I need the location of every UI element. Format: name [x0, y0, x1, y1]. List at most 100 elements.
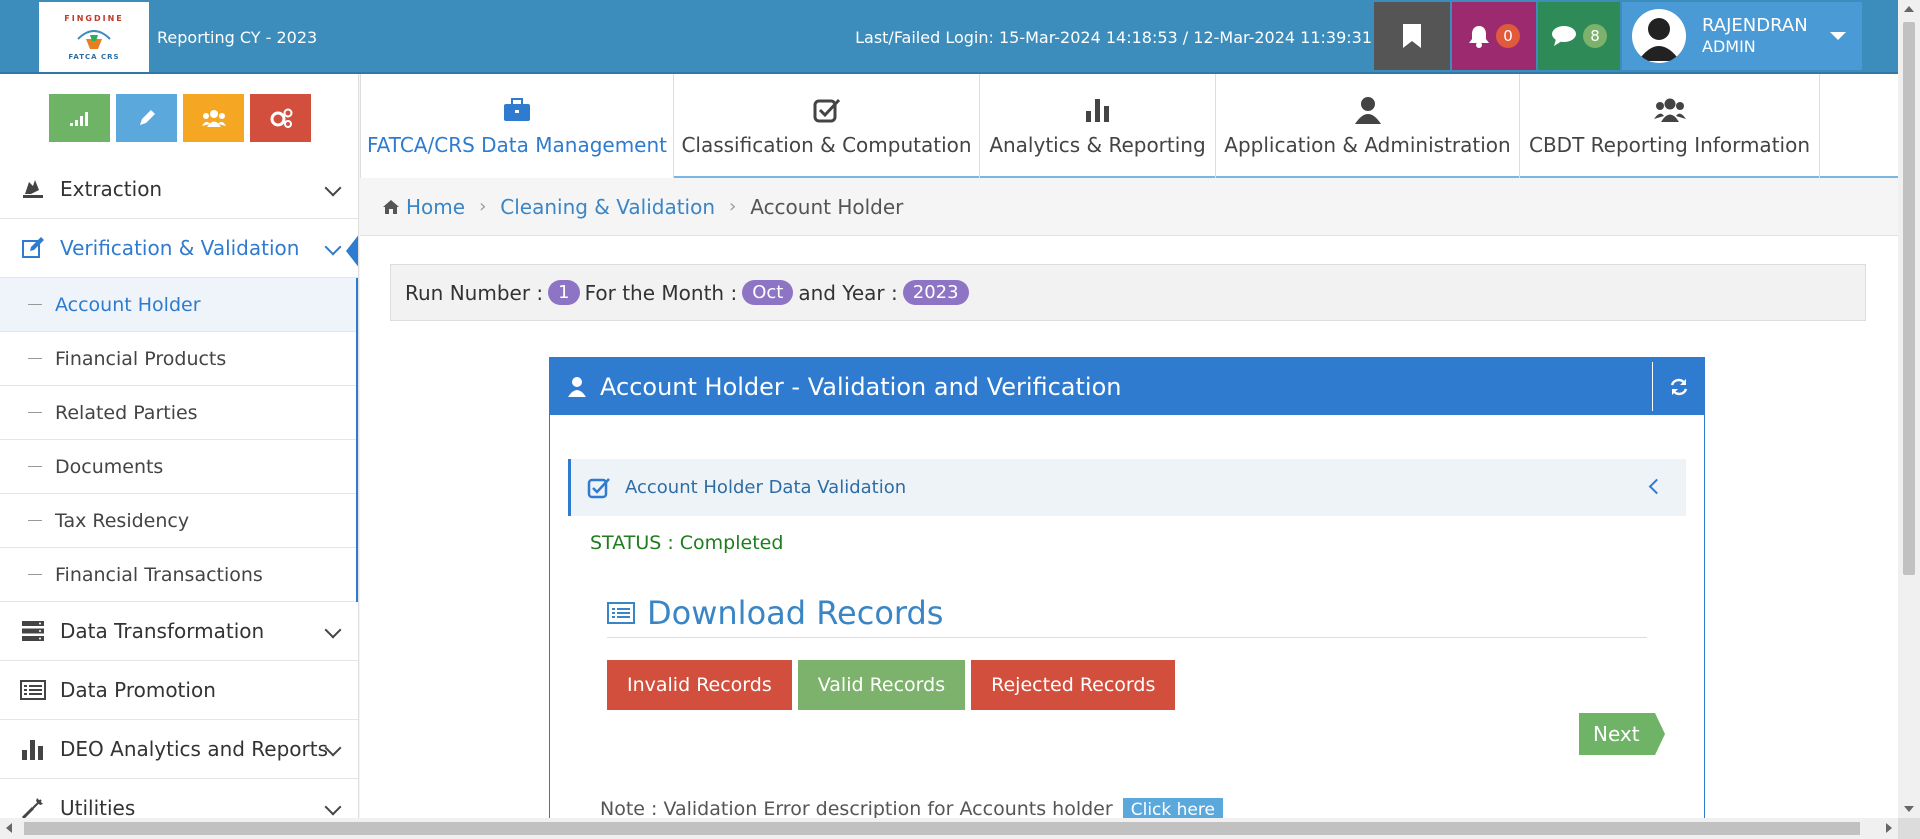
refresh-icon — [1670, 378, 1687, 395]
sidebar-subitem-account-holder[interactable]: Account Holder — [0, 278, 356, 332]
tab-label: FATCA/CRS Data Management — [367, 133, 667, 157]
extraction-icon — [20, 176, 46, 202]
sidebar-item-label: DEO Analytics and Reports — [60, 737, 329, 761]
sidebar-item-label: Verification & Validation — [60, 236, 300, 260]
quick-actions — [49, 94, 311, 142]
messages-button[interactable]: 8 — [1538, 2, 1620, 70]
chevron-down-icon — [324, 621, 342, 639]
sidebar-item-label: Extraction — [60, 177, 163, 201]
sidebar-subitem-related-parties[interactable]: Related Parties — [0, 386, 356, 440]
tab-cbdt-reporting-information[interactable]: CBDT Reporting Information — [1520, 74, 1820, 178]
server-icon — [20, 618, 46, 644]
validation-section-header[interactable]: Account Holder Data Validation — [568, 459, 1686, 516]
sidebar-subitem-financial-products[interactable]: Financial Products — [0, 332, 356, 386]
briefcase-icon — [503, 95, 531, 125]
main-content: FATCA/CRS Data Management Classification… — [360, 74, 1898, 818]
sidebar-subitem-tax-residency[interactable]: Tax Residency — [0, 494, 356, 548]
refresh-button[interactable] — [1652, 362, 1704, 411]
edit-icon — [20, 235, 46, 261]
notifications-button[interactable]: 0 — [1452, 2, 1536, 70]
tab-label: Classification & Computation — [681, 133, 972, 157]
chevron-down-icon — [324, 798, 342, 816]
scroll-left-arrow-icon[interactable] — [6, 823, 12, 833]
bell-icon — [1469, 26, 1489, 48]
invalid-records-button[interactable]: Invalid Records — [607, 660, 792, 710]
tab-fatca-crs-data-management[interactable]: FATCA/CRS Data Management — [360, 74, 674, 178]
quick-users-button[interactable] — [183, 94, 244, 142]
breadcrumb-section[interactable]: Cleaning & Validation — [500, 195, 715, 219]
sidebar: Extraction Verification & Validation Acc… — [0, 74, 359, 818]
chat-icon — [1552, 26, 1576, 46]
scroll-down-arrow-icon[interactable] — [1904, 806, 1914, 812]
cogs-icon — [270, 108, 292, 128]
next-button[interactable]: Next — [1579, 713, 1665, 755]
users-icon — [201, 110, 226, 127]
last-login-info: Last/Failed Login: 15-Mar-2024 14:18:53 … — [855, 28, 1372, 47]
tab-application-administration[interactable]: Application & Administration — [1216, 74, 1520, 178]
tab-label: CBDT Reporting Information — [1528, 133, 1810, 157]
horizontal-scroll-thumb[interactable] — [24, 822, 1860, 835]
list-alt-icon — [607, 602, 635, 624]
top-navbar: FINGDINE FATCA CRS Reporting CY - 2023 L… — [0, 0, 1898, 74]
bar-chart-icon — [20, 736, 46, 762]
list-icon — [20, 677, 46, 703]
click-here-button[interactable]: Click here — [1122, 798, 1223, 818]
tab-analytics-reporting[interactable]: Analytics & Reporting — [980, 74, 1216, 178]
run-info-bar: Run Number : 1 For the Month : Oct and Y… — [390, 264, 1866, 321]
user-icon — [1354, 95, 1382, 125]
valid-records-button[interactable]: Valid Records — [797, 660, 966, 710]
sidebar-subitem-financial-transactions[interactable]: Financial Transactions — [0, 548, 356, 602]
sidebar-item-extraction[interactable]: Extraction — [0, 160, 358, 219]
validation-note: Note : Validation Error description for … — [600, 798, 1223, 818]
chevron-down-icon — [324, 179, 342, 197]
breadcrumb-home[interactable]: Home — [406, 195, 465, 219]
pencil-icon — [139, 110, 155, 125]
notifications-count-badge: 0 — [1496, 24, 1520, 48]
horizontal-scrollbar[interactable] — [0, 818, 1898, 839]
user-menu[interactable]: RAJENDRAN ADMIN — [1622, 2, 1862, 70]
breadcrumb: Home › Cleaning & Validation › Account H… — [360, 178, 1898, 236]
chevron-down-icon — [324, 238, 342, 256]
active-indicator — [346, 233, 358, 269]
download-buttons: Invalid Records Valid Records Rejected R… — [607, 660, 1176, 710]
panel-title: Account Holder - Validation and Verifica… — [600, 372, 1122, 401]
check-square-icon — [587, 477, 611, 499]
scroll-up-arrow-icon[interactable] — [1904, 6, 1914, 12]
tab-label: Application & Administration — [1224, 133, 1511, 157]
sidebar-item-label: Data Transformation — [60, 619, 265, 643]
rejected-records-button[interactable]: Rejected Records — [971, 660, 1176, 710]
quick-cogs-button[interactable] — [250, 94, 311, 142]
run-number-badge: 1 — [548, 280, 580, 305]
quick-signal-button[interactable] — [49, 94, 110, 142]
tab-classification-computation[interactable]: Classification & Computation — [674, 74, 980, 178]
sidebar-item-deo-analytics[interactable]: DEO Analytics and Reports — [0, 720, 358, 779]
sidebar-item-verification-validation[interactable]: Verification & Validation — [0, 219, 358, 278]
app-logo[interactable]: FINGDINE FATCA CRS — [39, 2, 149, 72]
status-text: STATUS : Completed — [590, 532, 784, 554]
validation-section-title: Account Holder Data Validation — [625, 477, 907, 498]
sidebar-item-utilities[interactable]: Utilities — [0, 779, 358, 818]
sidebar-subitem-documents[interactable]: Documents — [0, 440, 356, 494]
logo-subtext: FATCA CRS — [68, 52, 120, 61]
quick-pencil-button[interactable] — [116, 94, 177, 142]
scrollbar-corner — [1898, 818, 1920, 839]
check-square-icon — [813, 95, 841, 125]
bookmark-icon — [1403, 24, 1421, 48]
vertical-scroll-thumb[interactable] — [1903, 22, 1915, 575]
scroll-right-arrow-icon[interactable] — [1886, 823, 1892, 833]
validation-panel: Account Holder - Validation and Verifica… — [549, 357, 1705, 818]
bar-chart-icon — [1085, 95, 1111, 125]
chevron-right-icon: › — [729, 196, 737, 217]
bookmark-button[interactable] — [1374, 2, 1450, 70]
logo-graphic-icon — [77, 29, 111, 49]
user-role: ADMIN — [1702, 37, 1756, 56]
users-icon — [1653, 95, 1686, 125]
sidebar-menu: Extraction Verification & Validation Acc… — [0, 160, 358, 818]
home-icon — [383, 199, 399, 214]
sidebar-item-data-promotion[interactable]: Data Promotion — [0, 661, 358, 720]
caret-down-icon — [1829, 32, 1846, 40]
sidebar-item-data-transformation[interactable]: Data Transformation — [0, 602, 358, 661]
chevron-left-icon[interactable] — [1648, 478, 1665, 495]
vertical-scrollbar[interactable] — [1898, 0, 1920, 818]
breadcrumb-current: Account Holder — [750, 194, 904, 219]
